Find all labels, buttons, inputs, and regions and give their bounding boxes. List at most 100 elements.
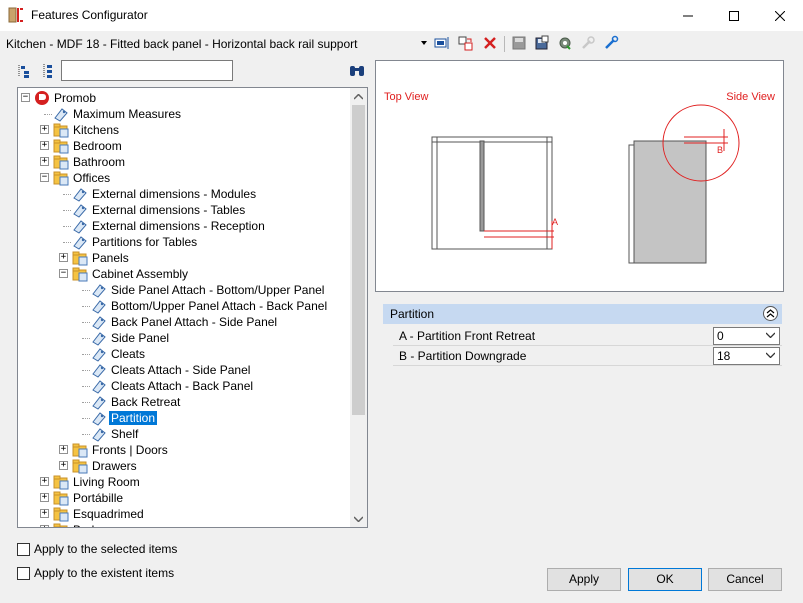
folder-icon [53, 123, 69, 138]
expand-icon[interactable]: + [40, 125, 49, 134]
tree-item-label: Cleats Attach - Back Panel [111, 379, 254, 393]
tree-scrollbar[interactable] [350, 88, 367, 527]
tree-connector [82, 386, 90, 387]
tag-icon [92, 412, 106, 426]
tree-item-label: External dimensions - Tables [92, 203, 246, 217]
expand-icon[interactable]: + [40, 509, 49, 518]
tree-item-label: Esquadrimed [73, 507, 144, 521]
expand-icon[interactable]: + [40, 525, 49, 527]
downgrade-value: 18 [717, 349, 731, 363]
move-item-icon [458, 36, 473, 51]
ok-button[interactable]: OK [628, 568, 702, 591]
apply-button[interactable]: Apply [547, 568, 621, 591]
tree-item-label: Back Panel Attach - Side Panel [111, 315, 278, 329]
scroll-thumb[interactable] [352, 105, 365, 415]
property-label: A - Partition Front Retreat [399, 329, 536, 343]
property-category-header[interactable]: Partition [383, 304, 782, 324]
close-button[interactable] [757, 0, 803, 31]
collapse-all-icon[interactable] [40, 63, 56, 79]
tree-item-label: Cleats Attach - Side Panel [111, 363, 251, 377]
folder-icon [53, 155, 69, 170]
tree-connector [82, 290, 90, 291]
toolbar-separator [504, 36, 505, 52]
scroll-up-arrow[interactable] [350, 88, 367, 105]
double-chevron-up-icon [766, 309, 775, 318]
move-item-button[interactable] [457, 34, 475, 52]
select-item-button[interactable] [433, 34, 451, 52]
expand-icon[interactable]: + [40, 477, 49, 486]
tree-item-label: Cleats [111, 347, 146, 361]
collapse-icon[interactable]: − [40, 173, 49, 182]
maximize-icon [729, 10, 739, 21]
selection-combo[interactable]: Kitchen - MDF 18 - Fitted back panel - H… [6, 37, 357, 51]
tree-item-label: External dimensions - Modules [92, 187, 257, 201]
tree-item-label: Offices [73, 171, 111, 185]
expand-icon[interactable]: + [59, 253, 68, 262]
app-icon [8, 7, 23, 23]
tag-icon [73, 220, 87, 234]
tree-item-label: Partition [109, 411, 158, 425]
property-row-downgrade: B - Partition Downgrade 18 [393, 346, 782, 366]
combo-dropdown-arrow-icon[interactable] [421, 41, 427, 45]
folder-open-icon [53, 171, 69, 186]
expand-icon[interactable]: + [59, 445, 68, 454]
folder-icon [53, 507, 69, 522]
maximize-button[interactable] [711, 0, 757, 31]
apply-existent-label: Apply to the existent items [34, 566, 175, 580]
property-category-title: Partition [390, 307, 435, 321]
tree-item-label: Portábille [73, 491, 124, 505]
tag-icon [73, 204, 87, 218]
front-retreat-value: 0 [717, 329, 724, 343]
tree-item-label: Side Panel Attach - Bottom/Upper Panel [111, 283, 325, 297]
tree-search-input[interactable] [61, 60, 233, 81]
cancel-button[interactable]: Cancel [708, 568, 782, 591]
collapse-icon[interactable]: − [21, 93, 30, 102]
tree-item-label: Living Room [73, 475, 140, 489]
tree-item-label: Cabinet Assembly [92, 267, 189, 281]
tree-item-label: Bottom/Upper Panel Attach - Back Panel [111, 299, 328, 313]
folder-icon [53, 475, 69, 490]
tag-icon [92, 380, 106, 394]
apply-existent-checkbox[interactable] [17, 567, 30, 580]
expand-icon[interactable]: + [40, 157, 49, 166]
marker-a-label: A [552, 217, 558, 227]
tree-item-label: Fronts | Doors [92, 443, 168, 457]
tree-connector [82, 354, 90, 355]
chevron-down-icon [766, 332, 775, 338]
tag-icon [92, 332, 106, 346]
minimize-button[interactable] [665, 0, 711, 31]
expand-all-icon[interactable] [16, 63, 32, 79]
settings-button[interactable] [556, 34, 574, 52]
tree-connector [82, 370, 90, 371]
feature-tree[interactable]: − Promob Maximum Measures + Kitchens + Bedroom… [17, 87, 368, 528]
tree-item-label: External dimensions - Reception [92, 219, 265, 233]
folder-icon [53, 139, 69, 154]
collapse-icon[interactable]: − [59, 269, 68, 278]
expand-icon[interactable]: + [40, 141, 49, 150]
tree-connector [63, 210, 71, 211]
disabled-tool-button[interactable] [579, 34, 597, 52]
tree-item-label: Drawers [92, 459, 137, 473]
tree-item-label: Partitions for Tables [92, 235, 198, 249]
expand-icon[interactable]: + [59, 461, 68, 470]
tree-connector [82, 402, 90, 403]
binoculars-icon[interactable] [348, 63, 366, 79]
property-label: B - Partition Downgrade [399, 349, 527, 363]
save-as-button[interactable] [533, 34, 551, 52]
apply-selected-checkbox[interactable] [17, 543, 30, 556]
collapse-category-button[interactable] [763, 306, 778, 321]
scroll-down-arrow[interactable] [350, 510, 367, 527]
front-retreat-select[interactable]: 0 [713, 327, 780, 345]
tag-icon [92, 364, 106, 378]
downgrade-select[interactable]: 18 [713, 347, 780, 365]
expand-icon[interactable]: + [40, 493, 49, 502]
tree-connector [44, 114, 52, 115]
tree-item-label: Bed [71, 523, 96, 527]
tag-icon [54, 108, 68, 122]
top-view-drawing: A [431, 136, 558, 250]
delete-button[interactable] [481, 34, 499, 52]
save-button[interactable] [510, 34, 528, 52]
chevron-up-icon [354, 93, 363, 100]
folder-icon [53, 523, 68, 527]
edit-tool-button[interactable] [602, 34, 620, 52]
